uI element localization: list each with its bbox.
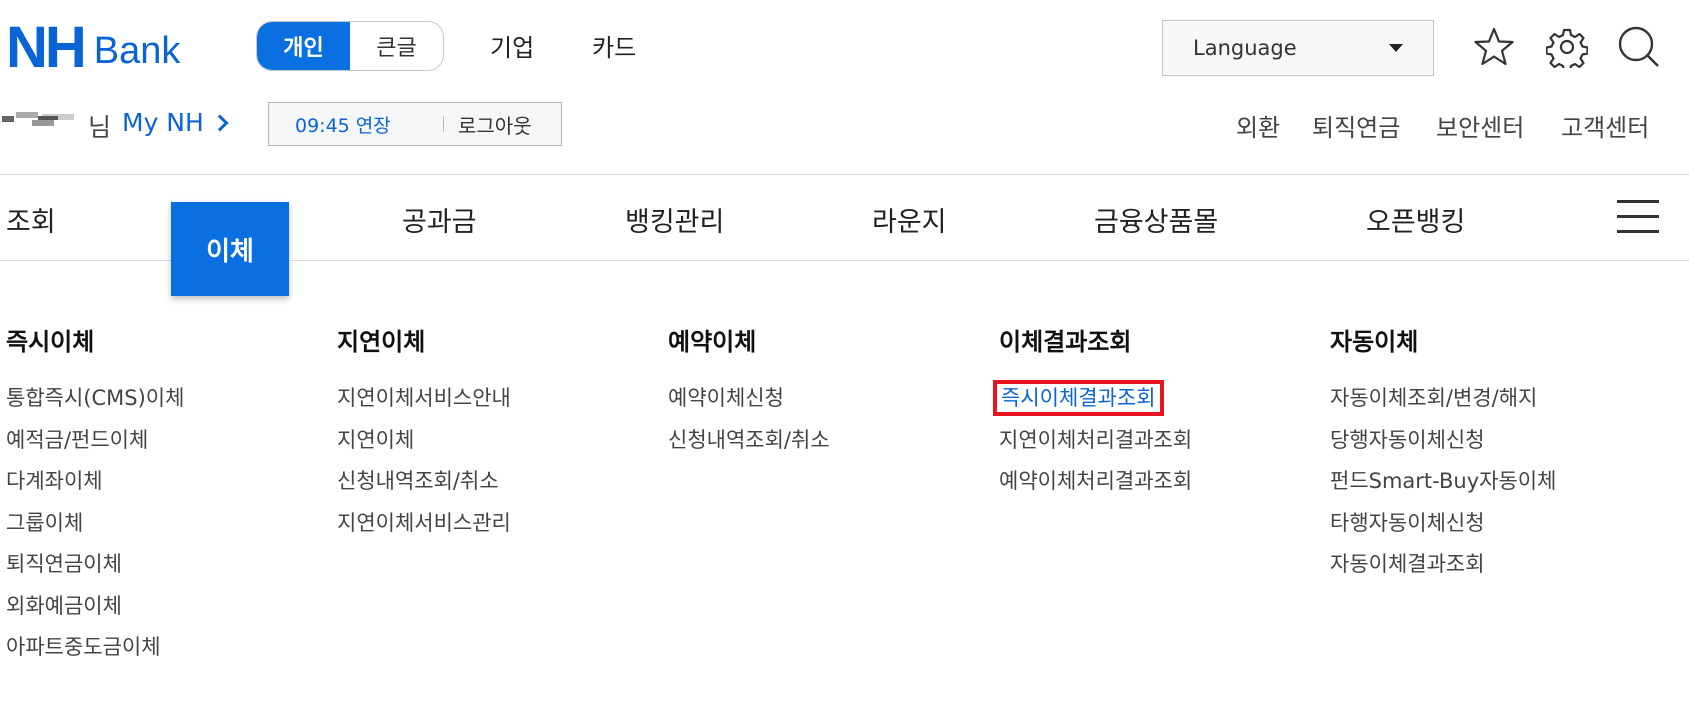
menu-item-instant-transfer-result[interactable]: 즉시이체결과조회 [993,378,1299,420]
menu-item[interactable]: 통합즉시(CMS)이체 [6,378,306,420]
menu-column-title: 즉시이체 [6,328,95,356]
star-icon[interactable] [1469,22,1519,72]
user-name-suffix: 님 [88,113,112,142]
menu-item[interactable]: 자동이체결과조회 [1330,544,1630,586]
gnb-item-lounge[interactable]: 라운지 [872,200,947,239]
segment-large-text[interactable]: 큰글 [350,22,443,70]
search-icon[interactable] [1614,22,1664,72]
gnb-item-financial-mall[interactable]: 금융상품몰 [1094,200,1218,239]
gnb-item-transfer[interactable]: 이체 [171,202,289,296]
gnb-item-banking-management[interactable]: 뱅킹관리 [625,200,724,239]
hamburger-icon[interactable] [1617,200,1659,234]
menu-item[interactable]: 아파트중도금이체 [6,627,306,669]
my-nh-link[interactable]: My NH [122,108,229,137]
menu-item[interactable]: 자동이체조회/변경/해지 [1330,378,1630,420]
logo-bank-text: Bank [93,30,181,72]
menu-item[interactable]: 외화예금이체 [6,586,306,628]
menu-column-title: 예약이체 [668,328,757,356]
session-extend-button[interactable]: 09:45 연장 [269,111,433,138]
menu-item[interactable]: 타행자동이체신청 [1330,503,1630,545]
top-link-card[interactable]: 카드 [592,28,636,63]
menu-item[interactable]: 그룹이체 [6,503,306,545]
menu-column-auto-transfer: 자동이체 자동이체조회/변경/해지 당행자동이체신청 펀드Smart-Buy자동… [1330,326,1630,586]
menu-item[interactable]: 지연이체처리결과조회 [999,420,1299,462]
session-divider [443,116,444,132]
menu-item[interactable]: 예약이체처리결과조회 [999,461,1299,503]
util-link-customer-center[interactable]: 고객센터 [1561,108,1649,143]
language-label: Language [1193,36,1297,60]
menu-item[interactable]: 신청내역조회/취소 [337,461,637,503]
util-link-security-center[interactable]: 보안센터 [1436,108,1524,143]
gnb-item-utility-bills[interactable]: 공과금 [402,200,477,239]
menu-column-transfer-results: 이체결과조회 즉시이체결과조회 지연이체처리결과조회 예약이체처리결과조회 [993,326,1299,503]
gear-icon[interactable] [1542,22,1592,72]
util-link-pension[interactable]: 퇴직연금 [1312,108,1400,143]
menu-column-instant-transfer: 즉시이체 통합즉시(CMS)이체 예적금/펀드이체 다계좌이체 그룹이체 퇴직연… [6,326,306,669]
caret-down-icon [1389,44,1403,52]
menu-item[interactable]: 예약이체신청 [668,378,968,420]
nh-bank-logo[interactable]: NH Bank [6,15,181,80]
menu-item[interactable]: 지연이체 [337,420,637,462]
menu-item[interactable]: 지연이체서비스관리 [337,503,637,545]
menu-item[interactable]: 퇴직연금이체 [6,544,306,586]
menu-column-title: 지연이체 [337,328,426,356]
menu-item[interactable]: 다계좌이체 [6,461,306,503]
session-box: 09:45 연장 로그아웃 [268,102,562,146]
logo-nh-text: NH [6,15,87,80]
my-nh-label: My NH [122,108,204,137]
menu-item[interactable]: 예적금/펀드이체 [6,420,306,462]
gnb-top-divider [0,174,1689,175]
menu-column-scheduled-transfer: 예약이체 예약이체신청 신청내역조회/취소 [668,326,968,461]
chevron-right-icon [211,114,229,131]
gnb-item-open-banking[interactable]: 오픈뱅킹 [1366,200,1465,239]
util-link-forex[interactable]: 외환 [1236,108,1280,143]
top-link-corporate[interactable]: 기업 [490,28,534,63]
segment-personal[interactable]: 개인 [257,22,350,70]
menu-column-title: 자동이체 [1330,328,1419,356]
menu-item[interactable]: 신청내역조회/취소 [668,420,968,462]
menu-column-delayed-transfer: 지연이체 지연이체서비스안내 지연이체 신청내역조회/취소 지연이체서비스관리 [337,326,637,544]
menu-item[interactable]: 펀드Smart-Buy자동이체 [1330,461,1630,503]
logout-button[interactable]: 로그아웃 [458,110,532,139]
masked-user-name [2,112,74,128]
menu-item[interactable]: 당행자동이체신청 [1330,420,1630,462]
view-mode-toggle: 개인 큰글 [256,21,444,71]
menu-item[interactable]: 지연이체서비스안내 [337,378,637,420]
menu-column-title: 이체결과조회 [999,328,1132,356]
highlighted-menu-label: 즉시이체결과조회 [993,380,1164,416]
gnb-item-inquiry[interactable]: 조회 [6,200,56,239]
language-select[interactable]: Language [1162,20,1434,76]
